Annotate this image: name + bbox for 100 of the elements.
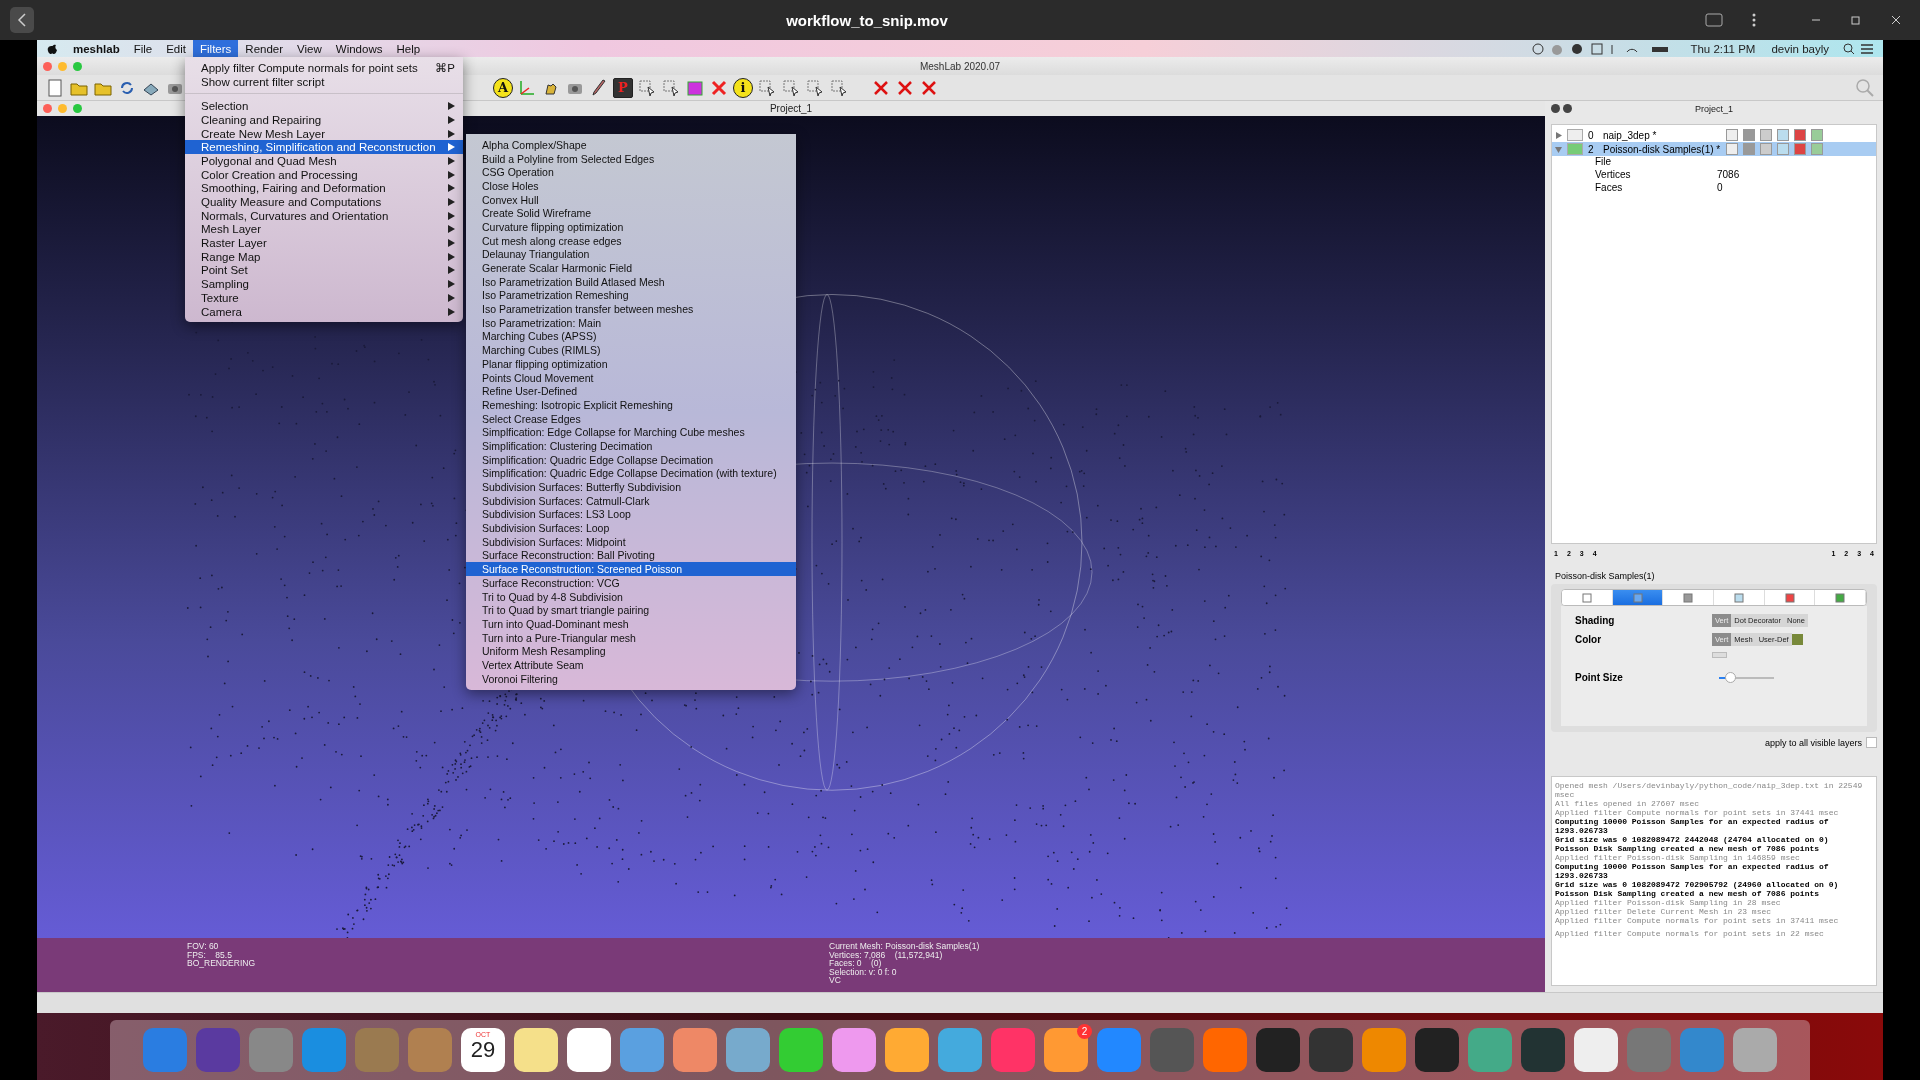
menu-item[interactable]: Curvature flipping optimization xyxy=(466,220,796,234)
menu-item[interactable]: Turn into a Pure-Triangular mesh xyxy=(466,630,796,645)
menu-item[interactable]: Raster Layer xyxy=(185,236,463,250)
menu-item[interactable]: Points Cloud Movement xyxy=(466,370,796,385)
zoom-button[interactable] xyxy=(73,61,82,71)
render-mode-icon[interactable] xyxy=(1726,129,1738,141)
menu-item[interactable]: Apply filter Compute normals for point sets ⌘P xyxy=(185,61,463,75)
menu-item[interactable]: Iso Parametrization Build Atlased Mesh xyxy=(466,274,796,289)
search-icon[interactable] xyxy=(1843,42,1855,55)
menu-item[interactable]: Tri to Quad by smart triangle pairing xyxy=(466,603,796,618)
app-icon[interactable] xyxy=(1521,1028,1565,1072)
app-icon[interactable] xyxy=(779,1028,823,1072)
app-icon[interactable] xyxy=(514,1028,558,1072)
menu-item[interactable]: Simplification: Quadric Edge Collapse Decimation xyxy=(466,452,796,467)
menu-item[interactable]: Selection xyxy=(185,99,463,114)
selection-icon[interactable] xyxy=(661,77,681,98)
menu-item[interactable]: Texture xyxy=(185,291,463,305)
menu-item[interactable]: Planar flipping optimization xyxy=(466,357,796,371)
menu-item[interactable]: Edit xyxy=(159,40,194,57)
menu-item[interactable]: Render xyxy=(238,40,291,57)
menu-item[interactable]: Subdivision Surfaces: LS3 Loop xyxy=(466,507,796,522)
letter-icon[interactable]: i xyxy=(733,77,753,98)
collapsed-arrow-icon[interactable] xyxy=(1555,131,1562,139)
menu-item[interactable]: Create Solid Wireframe xyxy=(466,206,796,221)
menu-item[interactable]: Camera xyxy=(185,304,463,319)
menu-item[interactable]: Build a Polyline from Selected Edges xyxy=(466,151,796,166)
menu-item[interactable]: Iso Parametrization: Main xyxy=(466,315,796,330)
menu-item[interactable]: Uniform Mesh Resampling xyxy=(466,644,796,659)
menu-item[interactable]: Select Crease Edges xyxy=(466,411,796,426)
menu-item[interactable]: Close Holes xyxy=(466,179,796,193)
minimize-button[interactable] xyxy=(58,104,67,113)
app-icon[interactable] xyxy=(1574,1028,1618,1072)
letter-icon[interactable]: A xyxy=(493,77,513,98)
menu-item[interactable]: Surface Reconstruction: Ball Pivoting xyxy=(466,548,796,563)
menu-item[interactable]: Smoothing, Fairing and Deformation xyxy=(185,181,463,196)
app-icon[interactable] xyxy=(832,1028,876,1072)
menu-item[interactable]: Mesh Layer xyxy=(185,222,463,237)
selection-icon[interactable] xyxy=(637,77,657,98)
menu-item[interactable]: Voronoi Filtering xyxy=(466,671,796,686)
color-swatch[interactable] xyxy=(1791,634,1803,645)
menu-item[interactable]: Cleaning and Repairing xyxy=(185,113,463,127)
app-icon[interactable] xyxy=(885,1028,929,1072)
slider-thumb[interactable] xyxy=(1725,671,1736,683)
menu-item[interactable]: Simplification: Quadric Edge Collapse Decimation (with texture) xyxy=(466,466,796,481)
menu-item[interactable]: Vertex Attribute Seam xyxy=(466,658,796,672)
menu-item[interactable]: Surface Reconstruction: Screened Poisson xyxy=(466,562,796,576)
menu-item[interactable]: Subdivision Surfaces: Midpoint xyxy=(466,534,796,549)
menu-item[interactable]: Remeshing: Isotropic Explicit Remeshing xyxy=(466,398,796,412)
render-mode-icon[interactable] xyxy=(1794,129,1806,141)
menu-item[interactable]: Tri to Quad by 4-8 Subdivision xyxy=(466,589,796,604)
expanded-arrow-icon[interactable] xyxy=(1555,145,1562,153)
menu-item[interactable]: Simplfication: Edge Collapse for Marching Cube meshes xyxy=(466,425,796,440)
app-icon[interactable] xyxy=(1256,1028,1300,1072)
apple-icon[interactable] xyxy=(47,42,58,55)
selection-icon[interactable] xyxy=(781,77,801,98)
menu-item[interactable]: Alpha Complex/Shape xyxy=(466,138,796,152)
minimize-button[interactable] xyxy=(58,61,67,71)
menu-item[interactable]: Range Map xyxy=(185,249,463,264)
float-button[interactable] xyxy=(1563,104,1572,113)
menu-item[interactable]: Normals, Curvatures and Orientation xyxy=(185,208,463,223)
menu-item[interactable]: Show current filter script xyxy=(185,74,463,89)
menu-item[interactable]: Polygonal and Quad Mesh xyxy=(185,154,463,168)
menu-item[interactable]: Subdivision Surfaces: Catmull-Clark xyxy=(466,493,796,508)
menu-item[interactable]: Create New Mesh Layer xyxy=(185,126,463,141)
menu-item[interactable]: Color Creation and Processing xyxy=(185,167,463,182)
app-icon[interactable] xyxy=(1415,1028,1459,1072)
render-mode-icon[interactable] xyxy=(1811,129,1823,141)
app-icon[interactable] xyxy=(673,1028,717,1072)
render-tab[interactable] xyxy=(1562,590,1613,605)
menu-item[interactable]: Surface Reconstruction: VCG xyxy=(466,576,796,590)
small-button[interactable] xyxy=(1712,652,1727,658)
menu-item[interactable]: Refine User-Defined xyxy=(466,384,796,399)
menu-item[interactable]: Turn into Quad-Dominant mesh xyxy=(466,617,796,631)
app-menu[interactable]: meshlab xyxy=(66,40,127,57)
menu-item[interactable]: Generate Scalar Harmonic Field xyxy=(466,261,796,275)
render-mode-icon[interactable] xyxy=(1794,143,1806,155)
menu-item[interactable]: Filters xyxy=(193,40,239,57)
menu-item[interactable]: Marching Cubes (RIMLS) xyxy=(466,343,796,357)
menu-item[interactable]: Subdivision Surfaces: Loop xyxy=(466,521,796,535)
back-button[interactable] xyxy=(10,7,34,33)
list-icon[interactable] xyxy=(1861,43,1873,54)
menu-item[interactable]: Convex Hull xyxy=(466,192,796,207)
menu-item[interactable]: CSG Operation xyxy=(466,165,796,180)
user-name[interactable]: devin bayly xyxy=(1763,42,1837,55)
render-mode-icon[interactable] xyxy=(1777,129,1789,141)
menu-item[interactable]: Sampling xyxy=(185,277,463,291)
new-document-icon[interactable] xyxy=(45,77,65,98)
close-button[interactable] xyxy=(1551,104,1560,113)
selection-icon[interactable] xyxy=(829,77,849,98)
menu-item[interactable]: Delaunay Triangulation xyxy=(466,247,796,262)
app-icon[interactable] xyxy=(726,1028,770,1072)
menu-item[interactable]: Quality Measure and Computations xyxy=(185,195,463,209)
menu-item[interactable]: Point Set xyxy=(185,263,463,278)
render-mode-icon[interactable] xyxy=(1777,143,1789,155)
menu-item[interactable]: Cut mesh along crease edges xyxy=(466,233,796,248)
checkbox[interactable] xyxy=(1866,737,1877,748)
menu-item[interactable]: View xyxy=(290,40,329,57)
layer-row[interactable]: 2 Poisson-disk Samples(1) * xyxy=(1552,142,1876,156)
menu-item[interactable]: Marching Cubes (APSS) xyxy=(466,329,796,344)
render-mode-icon[interactable] xyxy=(1760,129,1772,141)
